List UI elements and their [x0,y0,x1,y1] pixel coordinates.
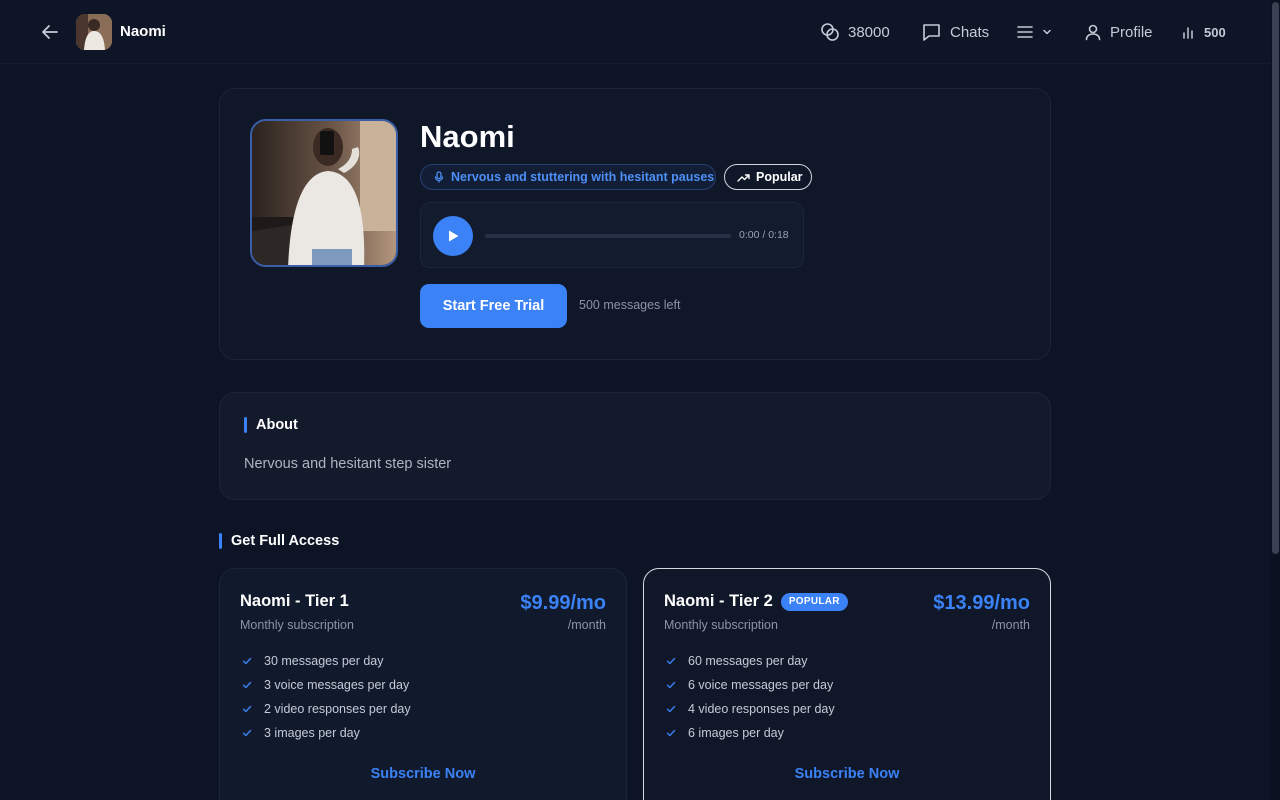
feature-text: 6 voice messages per day [688,678,834,692]
profile-label: Profile [1110,23,1153,41]
chevron-down-icon [1043,29,1051,35]
scrollbar-thumb[interactable] [1272,2,1279,554]
play-icon [449,230,459,242]
tier-price: $13.99/mo [933,592,1030,614]
about-text: Nervous and hesitant step sister [244,456,452,472]
tier-price: $9.99/mo [520,592,606,614]
messages-left: 500 messages left [579,298,681,312]
user-icon [1085,24,1101,41]
page-scrollbar[interactable] [1271,0,1280,800]
start-free-trial-button[interactable]: Start Free Trial [420,284,567,328]
tier-card-2: Naomi - Tier 2 POPULAR Monthly subscript… [643,568,1051,800]
chats-label: Chats [950,23,990,41]
accent-bar [244,417,247,433]
menu-dropdown[interactable] [1016,20,1052,44]
about-card: About Nervous and hesitant step sister [219,392,1051,500]
accent-bar [219,533,222,549]
tier-title: Naomi - Tier 2 POPULAR [664,592,848,611]
check-icon [666,729,676,737]
character-name: Naomi [120,23,166,40]
bar-chart-icon [1183,27,1193,39]
voice-sample-player: 0:00 / 0:18 [420,202,804,268]
about-title: About [256,417,298,433]
profile-name: Naomi [420,119,515,154]
profile-photo [250,119,398,267]
stats-count: 500 [1204,24,1226,40]
feature-text: 30 messages per day [264,654,384,668]
trending-up-icon [737,173,750,182]
feature-text: 2 video responses per day [264,702,411,716]
chats-link[interactable]: Chats [921,20,989,44]
profile-card: Naomi Nervous and stuttering with hesita… [219,88,1051,360]
feature-list: 30 messages per day 3 voice messages per… [242,649,411,745]
popular-tag-label: Popular [756,170,803,184]
feature-item: 60 messages per day [666,649,835,673]
feature-list: 60 messages per day 6 voice messages per… [666,649,835,745]
tier-name: Naomi - Tier 1 [240,592,349,610]
feature-text: 3 voice messages per day [264,678,410,692]
check-icon [242,681,252,689]
play-button[interactable] [433,216,473,256]
feature-item: 4 video responses per day [666,697,835,721]
full-access-title: Get Full Access [231,533,340,549]
subscribe-button[interactable]: Subscribe Now [220,766,626,782]
stats-link[interactable]: 500 [1182,20,1226,44]
coins-icon [821,23,839,41]
feature-item: 6 images per day [666,721,835,745]
menu-icon [1017,26,1033,38]
chat-bubble-icon [923,23,940,41]
tier-period: /month [567,618,606,632]
feature-text: 4 video responses per day [688,702,835,716]
feature-text: 60 messages per day [688,654,808,668]
subscribe-button[interactable]: Subscribe Now [644,766,1050,782]
voice-tag-label: Nervous and stuttering with hesitant pau… [451,170,715,184]
microphone-icon [434,171,444,183]
back-arrow-icon[interactable] [38,20,62,44]
feature-item: 3 voice messages per day [242,673,411,697]
check-icon [242,729,252,737]
check-icon [666,705,676,713]
popular-badge: POPULAR [780,592,848,611]
audio-progress-bar[interactable] [485,234,731,238]
feature-text: 3 images per day [264,726,360,740]
coins-count: 38000 [848,23,890,41]
audio-time: 0:00 / 0:18 [739,229,789,241]
full-access-heading: Get Full Access [219,533,339,549]
feature-item: 6 voice messages per day [666,673,835,697]
coins-balance[interactable]: 38000 [820,20,890,44]
voice-tag: Nervous and stuttering with hesitant pau… [420,164,716,190]
check-icon [666,681,676,689]
feature-text: 6 images per day [688,726,784,740]
avatar[interactable] [76,14,112,50]
tier-name: Naomi - Tier 2 [664,592,773,610]
check-icon [666,657,676,665]
profile-link[interactable]: Profile [1084,20,1153,44]
about-heading: About [244,417,298,433]
tier-subtitle: Monthly subscription [240,618,354,632]
tier-card-1: Naomi - Tier 1 Monthly subscription $9.9… [219,568,627,800]
tier-title: Naomi - Tier 1 [240,592,349,611]
check-icon [242,657,252,665]
tier-subtitle: Monthly subscription [664,618,778,632]
feature-item: 2 video responses per day [242,697,411,721]
check-icon [242,705,252,713]
feature-item: 3 images per day [242,721,411,745]
top-bar: Naomi 38000 Chats Profile 500 [0,0,1280,64]
feature-item: 30 messages per day [242,649,411,673]
tier-period: /month [991,618,1030,632]
popular-tag: Popular [724,164,812,190]
